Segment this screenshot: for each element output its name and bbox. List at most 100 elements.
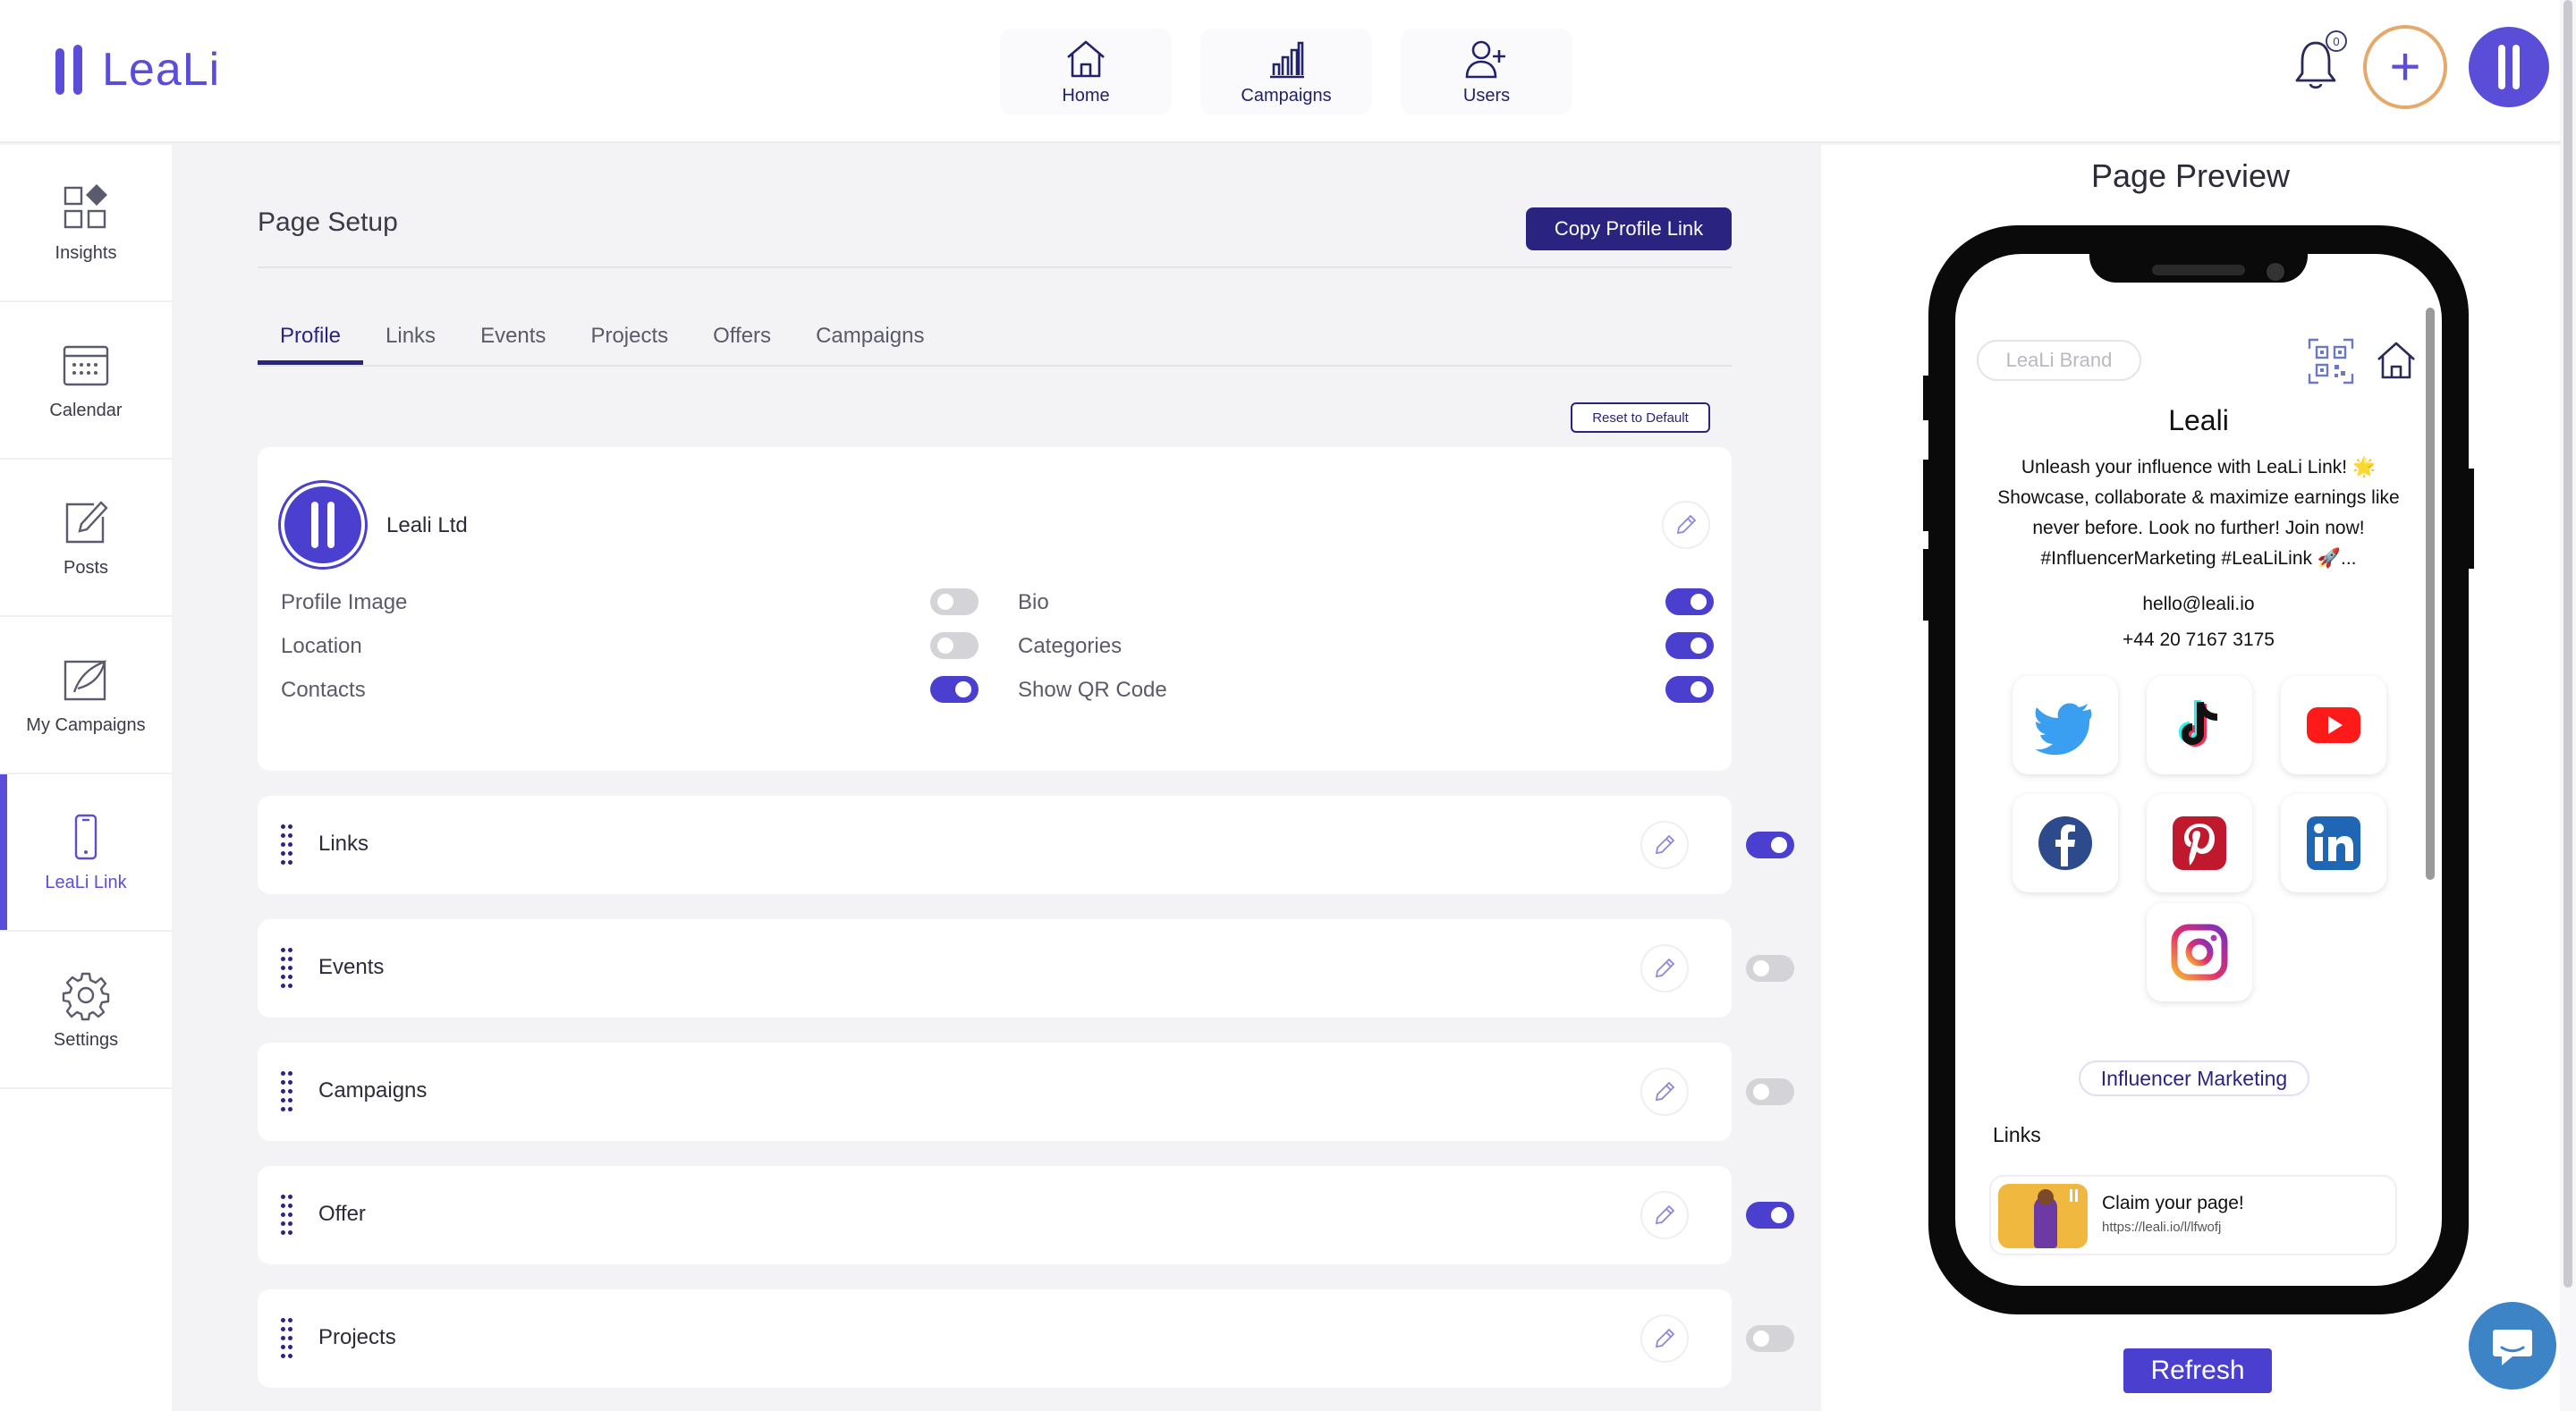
sidebar-item-settings[interactable]: Settings bbox=[0, 932, 172, 1089]
drag-handle-icon[interactable] bbox=[281, 1071, 293, 1112]
plus-icon: + bbox=[2389, 37, 2421, 97]
phone-side-button bbox=[1923, 460, 1930, 531]
gear-icon bbox=[62, 972, 110, 1020]
pencil-icon bbox=[1655, 1328, 1675, 1348]
grid-icon bbox=[64, 183, 107, 228]
social-tiktok[interactable] bbox=[2147, 676, 2252, 774]
edit-section-button[interactable] bbox=[1640, 1191, 1689, 1239]
preview-phone[interactable]: +44 20 7167 3175 bbox=[1955, 629, 2442, 651]
pencil-icon bbox=[1655, 1204, 1675, 1225]
refresh-preview-button[interactable]: Refresh bbox=[2123, 1348, 2272, 1393]
sidebar-item-my-campaigns[interactable]: My Campaigns bbox=[0, 617, 172, 774]
edit-section-button[interactable] bbox=[1640, 821, 1689, 869]
tab-projects[interactable]: Projects bbox=[568, 324, 691, 365]
bar-chart-icon bbox=[1270, 41, 1304, 78]
preview-email[interactable]: hello@leali.io bbox=[1955, 594, 2442, 615]
logo-mark-icon bbox=[55, 45, 82, 95]
toggle-show-qr-code[interactable] bbox=[1665, 676, 1714, 703]
feather-icon bbox=[64, 659, 106, 700]
brand-logo[interactable]: LeaLi bbox=[55, 43, 220, 97]
create-button[interactable]: + bbox=[2363, 25, 2447, 109]
chat-support-button[interactable] bbox=[2469, 1302, 2556, 1390]
drag-handle-icon[interactable] bbox=[281, 948, 293, 989]
tab-events[interactable]: Events bbox=[458, 324, 568, 365]
youtube-icon bbox=[2307, 707, 2360, 743]
copy-profile-link-button[interactable]: Copy Profile Link bbox=[1526, 207, 1732, 250]
nav-users-label: Users bbox=[1462, 85, 1511, 106]
edit-section-button[interactable] bbox=[1640, 1068, 1689, 1116]
edit-section-button[interactable] bbox=[1640, 944, 1689, 993]
user-plus-icon bbox=[1465, 40, 1505, 78]
toggle-section-offer[interactable] bbox=[1746, 1202, 1794, 1229]
social-instagram[interactable] bbox=[2147, 903, 2252, 1001]
toggle-location[interactable] bbox=[930, 632, 979, 659]
edit-profile-button[interactable] bbox=[1662, 501, 1710, 549]
nav-campaigns[interactable]: Campaigns bbox=[1200, 29, 1372, 114]
phone-screen: LeaLi Brand Leali Unleash your influence… bbox=[1955, 254, 2442, 1286]
toggle-bio[interactable] bbox=[1665, 588, 1714, 615]
reset-to-default-button[interactable]: Reset to Default bbox=[1571, 402, 1710, 433]
drag-handle-icon[interactable] bbox=[281, 1195, 293, 1236]
main-content: Page Setup Copy Profile Link Profile Lin… bbox=[172, 145, 1818, 1411]
home-icon bbox=[1067, 40, 1105, 77]
toggle-categories[interactable] bbox=[1665, 632, 1714, 659]
tab-offers[interactable]: Offers bbox=[691, 324, 793, 365]
sidebar-item-label: Posts bbox=[63, 557, 109, 578]
toggle-section-events[interactable] bbox=[1746, 955, 1794, 982]
qr-code-icon[interactable] bbox=[2306, 336, 2356, 386]
category-pill[interactable]: Influencer Marketing bbox=[2079, 1060, 2309, 1096]
brand-pill[interactable]: LeaLi Brand bbox=[1977, 340, 2141, 381]
nav-users[interactable]: Users bbox=[1401, 29, 1572, 114]
section-card-campaigns: Campaigns bbox=[258, 1043, 1794, 1141]
section-card-events: Events bbox=[258, 919, 1794, 1018]
toggle-section-campaigns[interactable] bbox=[1746, 1078, 1794, 1105]
social-linkedin[interactable] bbox=[2281, 794, 2386, 892]
user-avatar[interactable] bbox=[2469, 27, 2549, 107]
tab-campaigns[interactable]: Campaigns bbox=[793, 324, 946, 365]
notifications-button[interactable]: 0 bbox=[2292, 30, 2347, 91]
edit-section-button[interactable] bbox=[1640, 1314, 1689, 1363]
social-facebook[interactable] bbox=[2012, 794, 2118, 892]
option-label-location: Location bbox=[281, 634, 362, 658]
home-icon[interactable] bbox=[2374, 338, 2419, 383]
link-thumbnail bbox=[1998, 1184, 2088, 1248]
nav-home[interactable]: Home bbox=[1000, 29, 1172, 114]
tiktok-icon bbox=[2179, 700, 2217, 747]
pinterest-icon bbox=[2173, 816, 2226, 870]
option-label-contacts: Contacts bbox=[281, 678, 366, 702]
phone-notch bbox=[2089, 254, 2308, 283]
social-pinterest[interactable] bbox=[2147, 794, 2252, 892]
toggle-profile-image[interactable] bbox=[930, 588, 979, 615]
link-title: Claim your page! bbox=[2102, 1193, 2244, 1213]
social-twitter[interactable] bbox=[2012, 676, 2118, 774]
phone-side-button bbox=[1923, 549, 1930, 621]
preview-link-card[interactable]: Claim your page! https://leali.io/l/lfwo… bbox=[1989, 1175, 2397, 1255]
drag-handle-icon[interactable] bbox=[281, 824, 293, 866]
sidebar-item-calendar[interactable]: Calendar bbox=[0, 302, 172, 460]
page-scrollbar-thumb[interactable] bbox=[2563, 0, 2572, 1288]
title-divider bbox=[258, 266, 1732, 268]
profile-avatar[interactable] bbox=[281, 483, 365, 567]
preview-profile-name: Leali bbox=[2168, 404, 2229, 436]
preview-title: Page Preview bbox=[2090, 157, 2291, 194]
section-title: Links bbox=[318, 832, 369, 856]
toggle-section-projects[interactable] bbox=[1746, 1325, 1794, 1352]
nav-home-label: Home bbox=[1062, 85, 1110, 106]
sidebar-item-label: Calendar bbox=[49, 400, 123, 420]
drag-handle-icon[interactable] bbox=[281, 1318, 293, 1359]
facebook-icon bbox=[2038, 816, 2092, 870]
toggle-section-links[interactable] bbox=[1746, 832, 1794, 858]
twitter-icon bbox=[2035, 703, 2092, 756]
sidebar-item-insights[interactable]: Insights bbox=[0, 145, 172, 302]
sidebar-item-posts[interactable]: Posts bbox=[0, 460, 172, 617]
pencil-icon bbox=[1655, 834, 1675, 855]
sidebar-item-label: My Campaigns bbox=[26, 714, 146, 735]
social-youtube[interactable] bbox=[2281, 676, 2386, 774]
toggle-contacts[interactable] bbox=[930, 676, 979, 703]
brand-name: LeaLi bbox=[102, 44, 221, 96]
phone-icon bbox=[74, 814, 97, 859]
tab-links[interactable]: Links bbox=[363, 324, 458, 365]
tab-profile[interactable]: Profile bbox=[258, 324, 364, 365]
phone-side-button bbox=[2467, 469, 2474, 569]
sidebar-item-leali-link[interactable]: LeaLi Link bbox=[0, 774, 172, 932]
